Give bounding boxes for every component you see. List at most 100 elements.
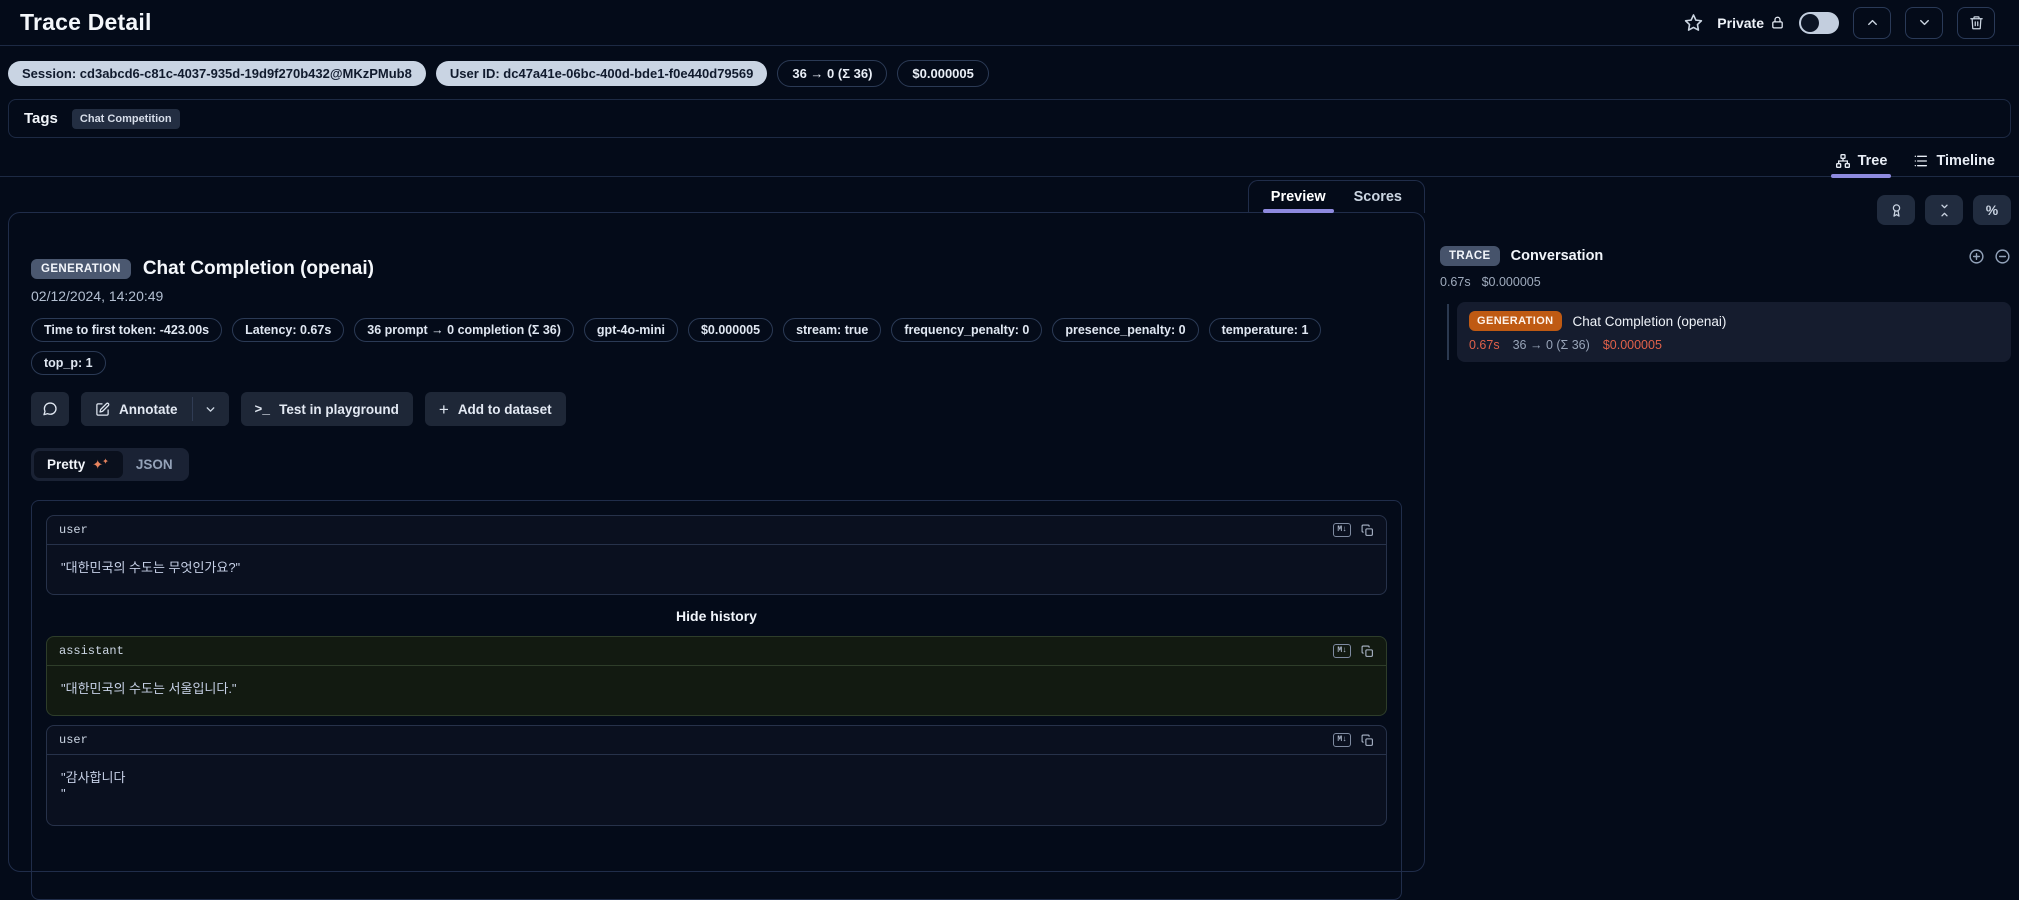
message-role: user bbox=[59, 733, 88, 747]
privacy-label-group: Private bbox=[1717, 15, 1785, 31]
generation-type-badge: GENERATION bbox=[31, 259, 131, 279]
metric-pill: $0.000005 bbox=[687, 318, 774, 342]
hide-history-button[interactable]: Hide history bbox=[46, 608, 1387, 624]
add-to-dataset-button[interactable]: + Add to dataset bbox=[424, 392, 566, 426]
metric-pill: 36 prompt → 0 completion (Σ 36) bbox=[354, 318, 574, 342]
message-tools: M↓ bbox=[1333, 523, 1374, 537]
annotate-button[interactable]: Annotate bbox=[81, 392, 192, 426]
message-content: "대한민국의 수도는 서울입니다." bbox=[61, 681, 237, 696]
messages-container: user M↓ "대한민국의 수도는 무엇인가요?" Hide history bbox=[31, 500, 1402, 900]
node-title: Chat Completion (openai) bbox=[1572, 313, 1727, 329]
add-to-dataset-label: Add to dataset bbox=[457, 401, 552, 417]
collapse-all-button[interactable] bbox=[1925, 195, 1963, 225]
playground-label: Test in playground bbox=[279, 401, 399, 417]
tab-scores[interactable]: Scores bbox=[1342, 181, 1414, 213]
message-card-assistant: assistant M↓ "대한민국의 수도는 서울입니다." bbox=[46, 636, 1387, 716]
annotate-dropdown-button[interactable] bbox=[192, 392, 229, 426]
copy-icon bbox=[1361, 645, 1374, 658]
trace-root-row[interactable]: TRACE Conversation bbox=[1440, 246, 2011, 266]
session-pill[interactable]: Session: cd3abcd6-c81c-4037-935d-19d9f27… bbox=[8, 61, 426, 86]
tab-preview[interactable]: Preview bbox=[1259, 181, 1338, 213]
message-role: assistant bbox=[59, 644, 124, 658]
page-title: Trace Detail bbox=[20, 9, 152, 35]
markdown-toggle-icon[interactable]: M↓ bbox=[1333, 644, 1351, 658]
message-header: assistant M↓ bbox=[47, 637, 1386, 666]
tab-tree-label: Tree bbox=[1857, 153, 1888, 169]
message-tools: M↓ bbox=[1333, 733, 1374, 747]
tree-node-generation[interactable]: GENERATION Chat Completion (openai) 0.67… bbox=[1457, 302, 2011, 362]
observation-content: GENERATION Chat Completion (openai) 02/1… bbox=[9, 213, 1424, 900]
trace-title: Conversation bbox=[1510, 248, 1604, 264]
metrics-toggle-button[interactable]: % bbox=[1973, 195, 2011, 225]
copy-button[interactable] bbox=[1361, 645, 1374, 658]
node-cost: $0.000005 bbox=[1602, 338, 1662, 352]
trace-latency: 0.67s bbox=[1440, 275, 1471, 289]
view-tabs-bar: Tree Timeline bbox=[0, 146, 2019, 178]
trash-icon bbox=[1969, 15, 1984, 30]
generation-badge: GENERATION bbox=[1469, 311, 1562, 331]
message-header: user M↓ bbox=[47, 516, 1386, 545]
cost-pill: $0.000005 bbox=[897, 60, 989, 87]
tab-pretty-label: Pretty bbox=[47, 457, 86, 472]
tag-badge[interactable]: Chat Competition bbox=[71, 108, 180, 129]
tab-tree[interactable]: Tree bbox=[1830, 146, 1892, 178]
node-tokens: 36 → 0 (Σ 36) bbox=[1512, 338, 1590, 352]
circle-plus-icon bbox=[1968, 248, 1985, 265]
copy-icon bbox=[1361, 524, 1374, 537]
metric-pill: Latency: 0.67s bbox=[232, 318, 345, 342]
user-id-pill[interactable]: User ID: dc47a41e-06bc-400d-bde1-f0e440d… bbox=[435, 61, 768, 86]
metric-pills-row-2: top_p: 1 bbox=[31, 351, 1402, 375]
message-content: "대한민국의 수도는 무엇인가요?" bbox=[61, 560, 241, 575]
tab-json[interactable]: JSON bbox=[123, 451, 186, 478]
copy-button[interactable] bbox=[1361, 734, 1374, 747]
next-trace-button[interactable] bbox=[1905, 6, 1943, 39]
copy-button[interactable] bbox=[1361, 524, 1374, 537]
trace-tree-panel: % TRACE Conversation 0.67s $0.000005 GEN… bbox=[1440, 195, 2011, 362]
message-card-user-2: user M↓ "감사합니다 " bbox=[46, 725, 1387, 826]
node-latency: 0.67s bbox=[1469, 338, 1500, 352]
observation-timestamp: 02/12/2024, 14:20:49 bbox=[31, 288, 164, 304]
collapse-tree-button[interactable] bbox=[1994, 248, 2011, 265]
test-in-playground-button[interactable]: >_ Test in playground bbox=[240, 392, 413, 426]
node-header: GENERATION Chat Completion (openai) bbox=[1469, 311, 1999, 331]
markdown-toggle-icon[interactable]: M↓ bbox=[1333, 523, 1351, 537]
tab-timeline[interactable]: Timeline bbox=[1913, 146, 1995, 176]
star-icon bbox=[1684, 13, 1703, 32]
token-usage-pill: 36 → 0 (Σ 36) bbox=[777, 60, 888, 87]
tags-box: Tags Chat Competition bbox=[8, 99, 2011, 138]
privacy-toggle[interactable] bbox=[1799, 11, 1839, 34]
observation-title: Chat Completion (openai) bbox=[142, 258, 374, 279]
trace-cost: $0.000005 bbox=[1481, 275, 1541, 289]
bookmark-star-button[interactable] bbox=[1684, 13, 1703, 32]
panel-tabs: Preview Scores bbox=[1247, 180, 1425, 213]
tags-label: Tags bbox=[24, 110, 58, 127]
lock-icon bbox=[1770, 15, 1785, 30]
scores-toggle-button[interactable] bbox=[1877, 195, 1915, 225]
comment-icon bbox=[42, 401, 58, 417]
terminal-icon: >_ bbox=[254, 401, 271, 417]
observation-detail-panel: Preview Scores GENERATION Chat Completio… bbox=[8, 180, 1425, 900]
markdown-toggle-icon[interactable]: M↓ bbox=[1333, 733, 1351, 747]
privacy-label: Private bbox=[1717, 14, 1764, 31]
tree-zoom-controls bbox=[1968, 248, 2011, 265]
edit-icon bbox=[95, 402, 110, 417]
metric-pills-row-1: Time to first token: -423.00s Latency: 0… bbox=[31, 318, 1402, 342]
metric-pill: gpt-4o-mini bbox=[583, 318, 678, 342]
tab-pretty[interactable]: Pretty ✦✦ bbox=[34, 451, 123, 478]
metric-pill: temperature: 1 bbox=[1208, 318, 1322, 342]
observation-header: GENERATION Chat Completion (openai) bbox=[31, 258, 1402, 280]
delete-trace-button[interactable] bbox=[1957, 6, 1995, 39]
tree-children: GENERATION Chat Completion (openai) 0.67… bbox=[1440, 302, 2011, 362]
circle-minus-icon bbox=[1994, 248, 2011, 265]
tree-icon bbox=[1835, 153, 1851, 169]
metric-pill: top_p: 1 bbox=[31, 351, 106, 375]
chevron-down-icon bbox=[1917, 15, 1932, 30]
sparkles-icon: ✦✦ bbox=[92, 457, 109, 472]
expand-all-button[interactable] bbox=[1968, 248, 1985, 265]
metric-pill: presence_penalty: 0 bbox=[1052, 318, 1199, 342]
comments-button[interactable] bbox=[31, 392, 69, 426]
previous-trace-button[interactable] bbox=[1853, 6, 1891, 39]
trace-id-pills: Session: cd3abcd6-c81c-4037-935d-19d9f27… bbox=[8, 60, 989, 87]
message-content: "감사합니다 " bbox=[61, 770, 126, 801]
header-controls: Private bbox=[1684, 6, 1995, 39]
